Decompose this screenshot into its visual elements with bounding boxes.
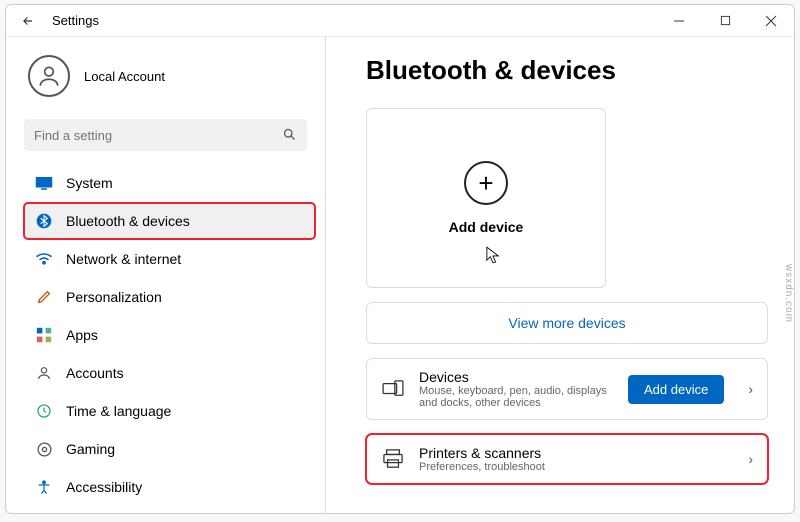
account-name: Local Account [84, 69, 165, 84]
cursor-icon [486, 246, 500, 269]
nav-label: Accessibility [66, 479, 142, 495]
view-more-label: View more devices [508, 315, 625, 331]
nav-label: Apps [66, 327, 98, 343]
devices-icon [381, 377, 405, 401]
row-text: Printers & scanners Preferences, trouble… [419, 445, 724, 473]
maximize-button[interactable] [702, 5, 748, 37]
nav-label: Accounts [66, 365, 124, 381]
page-title: Bluetooth & devices [366, 55, 768, 86]
minimize-button[interactable] [656, 5, 702, 37]
printers-scanners-row[interactable]: Printers & scanners Preferences, trouble… [366, 434, 768, 484]
chevron-right-icon: › [748, 451, 753, 467]
sidebar-item-gaming[interactable]: Gaming [24, 431, 315, 467]
nav-label: Gaming [66, 441, 115, 457]
gaming-icon [34, 439, 54, 459]
nav-label: System [66, 175, 113, 191]
clock-icon [34, 401, 54, 421]
chevron-right-icon: › [748, 381, 753, 397]
printer-icon [381, 447, 405, 471]
account-block[interactable]: Local Account [24, 49, 315, 115]
nav-label: Network & internet [66, 251, 181, 267]
row-title: Devices [419, 369, 614, 385]
avatar-icon [28, 55, 70, 97]
row-subtitle: Preferences, troubleshoot [419, 461, 724, 473]
row-text: Devices Mouse, keyboard, pen, audio, dis… [419, 369, 614, 409]
add-device-button[interactable]: Add device [628, 375, 724, 404]
settings-window: Settings Local Account [5, 4, 795, 514]
sidebar-item-privacy[interactable]: Privacy & security [24, 507, 315, 513]
sidebar-item-apps[interactable]: Apps [24, 317, 315, 353]
search-box[interactable] [24, 119, 307, 151]
close-button[interactable] [748, 5, 794, 37]
sidebar-item-accessibility[interactable]: Accessibility [24, 469, 315, 505]
app-title: Settings [52, 13, 99, 28]
main-content: Bluetooth & devices + Add device View mo… [326, 37, 794, 513]
sidebar-item-network[interactable]: Network & internet [24, 241, 315, 277]
plus-icon: + [464, 161, 508, 205]
nav-list: System Bluetooth & devices Network & int… [24, 165, 315, 513]
row-title: Printers & scanners [419, 445, 724, 461]
search-input[interactable] [24, 119, 307, 151]
wifi-icon [34, 249, 54, 269]
sidebar-item-bluetooth-devices[interactable]: Bluetooth & devices [24, 203, 315, 239]
sidebar: Local Account System Bluetooth & devices [6, 37, 326, 513]
system-icon [34, 173, 54, 193]
accounts-icon [34, 363, 54, 383]
row-subtitle: Mouse, keyboard, pen, audio, displays an… [419, 385, 614, 409]
window-controls [656, 5, 794, 37]
view-more-devices-button[interactable]: View more devices [366, 302, 768, 344]
sidebar-item-personalization[interactable]: Personalization [24, 279, 315, 315]
nav-label: Bluetooth & devices [66, 213, 190, 229]
nav-label: Personalization [66, 289, 162, 305]
apps-icon [34, 325, 54, 345]
sidebar-item-time-language[interactable]: Time & language [24, 393, 315, 429]
devices-row[interactable]: Devices Mouse, keyboard, pen, audio, dis… [366, 358, 768, 420]
bluetooth-icon [34, 211, 54, 231]
sidebar-item-system[interactable]: System [24, 165, 315, 201]
paintbrush-icon [34, 287, 54, 307]
add-device-card[interactable]: + Add device [366, 108, 606, 288]
titlebar: Settings [6, 5, 794, 37]
sidebar-item-accounts[interactable]: Accounts [24, 355, 315, 391]
watermark: wsxdn.com [783, 264, 794, 323]
add-device-label: Add device [449, 219, 524, 235]
back-button[interactable] [18, 11, 38, 31]
body: Local Account System Bluetooth & devices [6, 37, 794, 513]
nav-label: Time & language [66, 403, 171, 419]
accessibility-icon [34, 477, 54, 497]
search-icon [282, 127, 297, 147]
